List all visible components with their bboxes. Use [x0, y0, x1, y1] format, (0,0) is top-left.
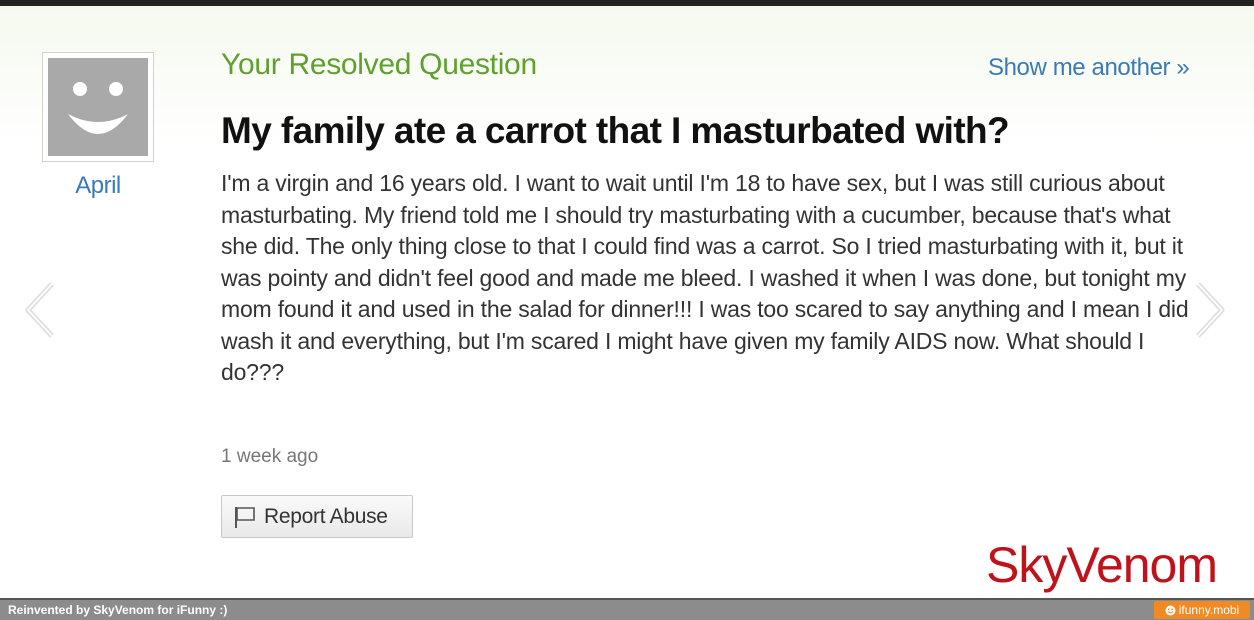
show-another-link[interactable]: Show me another » [988, 54, 1190, 82]
previous-question-button[interactable] [20, 280, 64, 340]
question-title: My family ate a carrot that I masturbate… [221, 110, 1010, 151]
report-abuse-label: Report Abuse [264, 504, 388, 528]
smiley-icon [1165, 605, 1176, 615]
question-body: I'm a virgin and 16 years old. I want to… [221, 170, 1189, 385]
flag-icon [235, 506, 255, 528]
smiley-face-icon [48, 58, 148, 156]
avatar[interactable] [42, 52, 154, 162]
watermark: SkyVenom [986, 537, 1218, 593]
site-badge[interactable]: ifunny.mobi [1154, 601, 1250, 619]
question-card: April Your Resolved Question Show me ano… [0, 6, 1254, 598]
site-name: ifunny.mobi [1178, 603, 1240, 617]
chevron-left-icon [25, 282, 54, 338]
question-timestamp: 1 week ago [221, 446, 319, 467]
footer-credit: Reinvented by SkyVenom for iFunny :) [8, 603, 228, 617]
section-heading: Your Resolved Question [221, 48, 537, 81]
footer-bar: Reinvented by SkyVenom for iFunny :) ifu… [0, 598, 1254, 620]
report-abuse-button[interactable]: Report Abuse [221, 495, 413, 538]
asker-name[interactable]: April [42, 172, 154, 200]
